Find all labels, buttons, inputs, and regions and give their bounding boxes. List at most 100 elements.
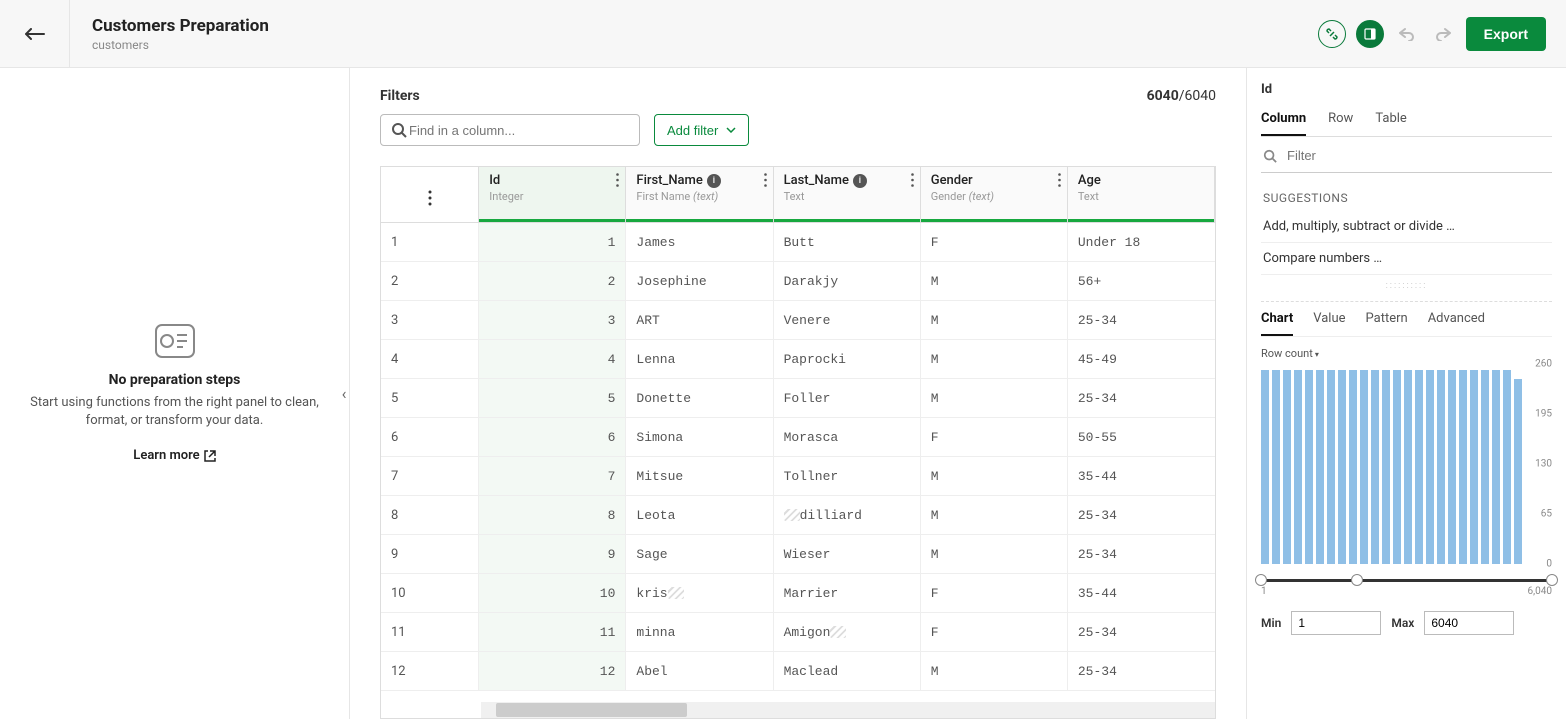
collapse-left-panel-button[interactable]: ‹ (338, 374, 350, 414)
chart-bar[interactable] (1393, 370, 1401, 564)
export-button[interactable]: Export (1466, 17, 1546, 51)
title-block: Customers Preparation customers (70, 16, 1318, 52)
table-row[interactable]: 66SimonaMorascaF50-55 (381, 418, 1215, 457)
table-cell: Lenna (626, 340, 773, 378)
chart-bar[interactable] (1327, 370, 1335, 564)
table-cell: Foller (774, 379, 921, 417)
chart-bar[interactable] (1492, 370, 1500, 564)
column-menu-icon[interactable] (616, 173, 619, 187)
table-cell: M (921, 262, 1068, 300)
scope-tab-column[interactable]: Column (1261, 111, 1306, 136)
learn-more-link[interactable]: Learn more (133, 448, 215, 463)
detail-tab-advanced[interactable]: Advanced (1428, 311, 1485, 336)
column-header-age[interactable]: Age Text (1068, 167, 1215, 222)
row-count-menu[interactable]: Row count (1261, 347, 1552, 360)
chart-bar[interactable] (1503, 370, 1511, 564)
detail-tab-chart[interactable]: Chart (1261, 311, 1293, 336)
back-button[interactable] (0, 0, 70, 68)
panel-toggle-icon[interactable] (1356, 20, 1384, 48)
chart-bar[interactable] (1481, 370, 1489, 564)
table-row[interactable]: 33ARTVenereM25-34 (381, 301, 1215, 340)
suggestions-heading: SUGGESTIONS (1263, 191, 1552, 205)
column-search-box[interactable] (380, 114, 640, 146)
table-row[interactable]: 1111minnaAmigonF25-34 (381, 613, 1215, 652)
horizontal-scrollbar[interactable] (481, 702, 1215, 718)
column-menu-icon[interactable] (911, 173, 914, 187)
slider-max-handle[interactable] (1546, 574, 1558, 586)
table-row[interactable]: 1212AbelMacleadM25-34 (381, 652, 1215, 691)
table-row[interactable]: 55DonetteFollerM25-34 (381, 379, 1215, 418)
detail-tab-pattern[interactable]: Pattern (1366, 311, 1408, 336)
chart-bar[interactable] (1415, 370, 1423, 564)
column-header-gender[interactable]: Gender Gender (text) (921, 167, 1068, 222)
chart-bar[interactable] (1261, 370, 1269, 564)
max-label: Max (1391, 616, 1414, 630)
column-menu-icon[interactable] (764, 173, 767, 187)
page-title: Customers Preparation (92, 16, 1318, 36)
table-cell: Sage (626, 535, 773, 573)
table-cell: F (921, 574, 1068, 612)
panel-drag-handle[interactable]: :::::::::: (1261, 281, 1552, 291)
table-row[interactable]: 77MitsueTollnerM35-44 (381, 457, 1215, 496)
table-cell: 11 (381, 613, 479, 651)
function-filter-box[interactable] (1261, 139, 1552, 173)
column-search-input[interactable] (407, 122, 629, 139)
row-header-menu[interactable] (381, 167, 479, 222)
column-header-first_name[interactable]: First_Name iFirst Name (text) (626, 167, 773, 222)
table-row[interactable]: 44LennaPaprockiM45-49 (381, 340, 1215, 379)
chart-bar[interactable] (1371, 370, 1379, 564)
table-row[interactable]: 88LeotadilliardM25-34 (381, 496, 1215, 535)
table-cell: 2 (479, 262, 626, 300)
scope-tab-table[interactable]: Table (1375, 111, 1406, 136)
table-cell: 8 (381, 496, 479, 534)
chart-bar[interactable] (1272, 370, 1280, 564)
min-label: Min (1261, 616, 1281, 630)
chart-bar[interactable] (1283, 370, 1291, 564)
grid-scroll-area[interactable]: 11JamesButtFUnder 1822JosephineDarakjyM5… (381, 223, 1215, 702)
table-row[interactable]: 11JamesButtFUnder 18 (381, 223, 1215, 262)
column-header-last_name[interactable]: Last_Name iText (774, 167, 921, 222)
chart-bar[interactable] (1404, 370, 1412, 564)
chart-bar[interactable] (1294, 370, 1302, 564)
chart-bar[interactable] (1448, 370, 1456, 564)
slider-tick-handle[interactable] (1351, 574, 1363, 586)
chart-bar[interactable] (1338, 370, 1346, 564)
table-cell: 25-34 (1068, 613, 1215, 651)
chart-bar[interactable] (1382, 370, 1390, 564)
table-row[interactable]: 1010krisMarrierF35-44 (381, 574, 1215, 613)
slider-min-handle[interactable] (1255, 574, 1267, 586)
table-cell: 7 (381, 457, 479, 495)
chart-bar[interactable] (1514, 379, 1522, 564)
suggestion-item[interactable]: Add, multiply, subtract or divide … (1261, 211, 1552, 243)
range-slider[interactable]: 1 6,040 (1261, 579, 1552, 597)
table-cell: kris (626, 574, 773, 612)
max-input[interactable] (1424, 611, 1514, 635)
table-cell: 5 (479, 379, 626, 417)
min-input[interactable] (1291, 611, 1381, 635)
chart-bar[interactable] (1349, 370, 1357, 564)
table-row[interactable]: 22JosephineDarakjyM56+ (381, 262, 1215, 301)
chart-bar[interactable] (1426, 370, 1434, 564)
chart-bar[interactable] (1470, 370, 1478, 564)
chart-bar[interactable] (1305, 370, 1313, 564)
table-row[interactable]: 99SageWieserM25-34 (381, 535, 1215, 574)
chart-bar[interactable] (1459, 370, 1467, 564)
suggestion-item[interactable]: Compare numbers … (1261, 243, 1552, 275)
detail-tab-value[interactable]: Value (1313, 311, 1345, 336)
table-cell: 4 (381, 340, 479, 378)
function-filter-input[interactable] (1285, 147, 1550, 164)
chart-bar[interactable] (1316, 370, 1324, 564)
chart-bar[interactable] (1360, 370, 1368, 564)
selected-field-name: Id (1261, 82, 1552, 97)
table-cell: Mitsue (626, 457, 773, 495)
scope-tab-row[interactable]: Row (1328, 111, 1353, 136)
y-axis-tick: 260 (1526, 359, 1552, 370)
table-cell: M (921, 652, 1068, 690)
add-filter-button[interactable]: Add filter (654, 114, 749, 146)
chart-bar[interactable] (1437, 370, 1445, 564)
column-header-id[interactable]: Id Integer (479, 167, 626, 222)
column-menu-icon[interactable] (1058, 173, 1061, 187)
slider-max-display: 6,040 (1528, 586, 1552, 597)
no-steps-desc: Start using functions from the right pan… (30, 394, 319, 430)
link-icon[interactable] (1318, 20, 1346, 48)
